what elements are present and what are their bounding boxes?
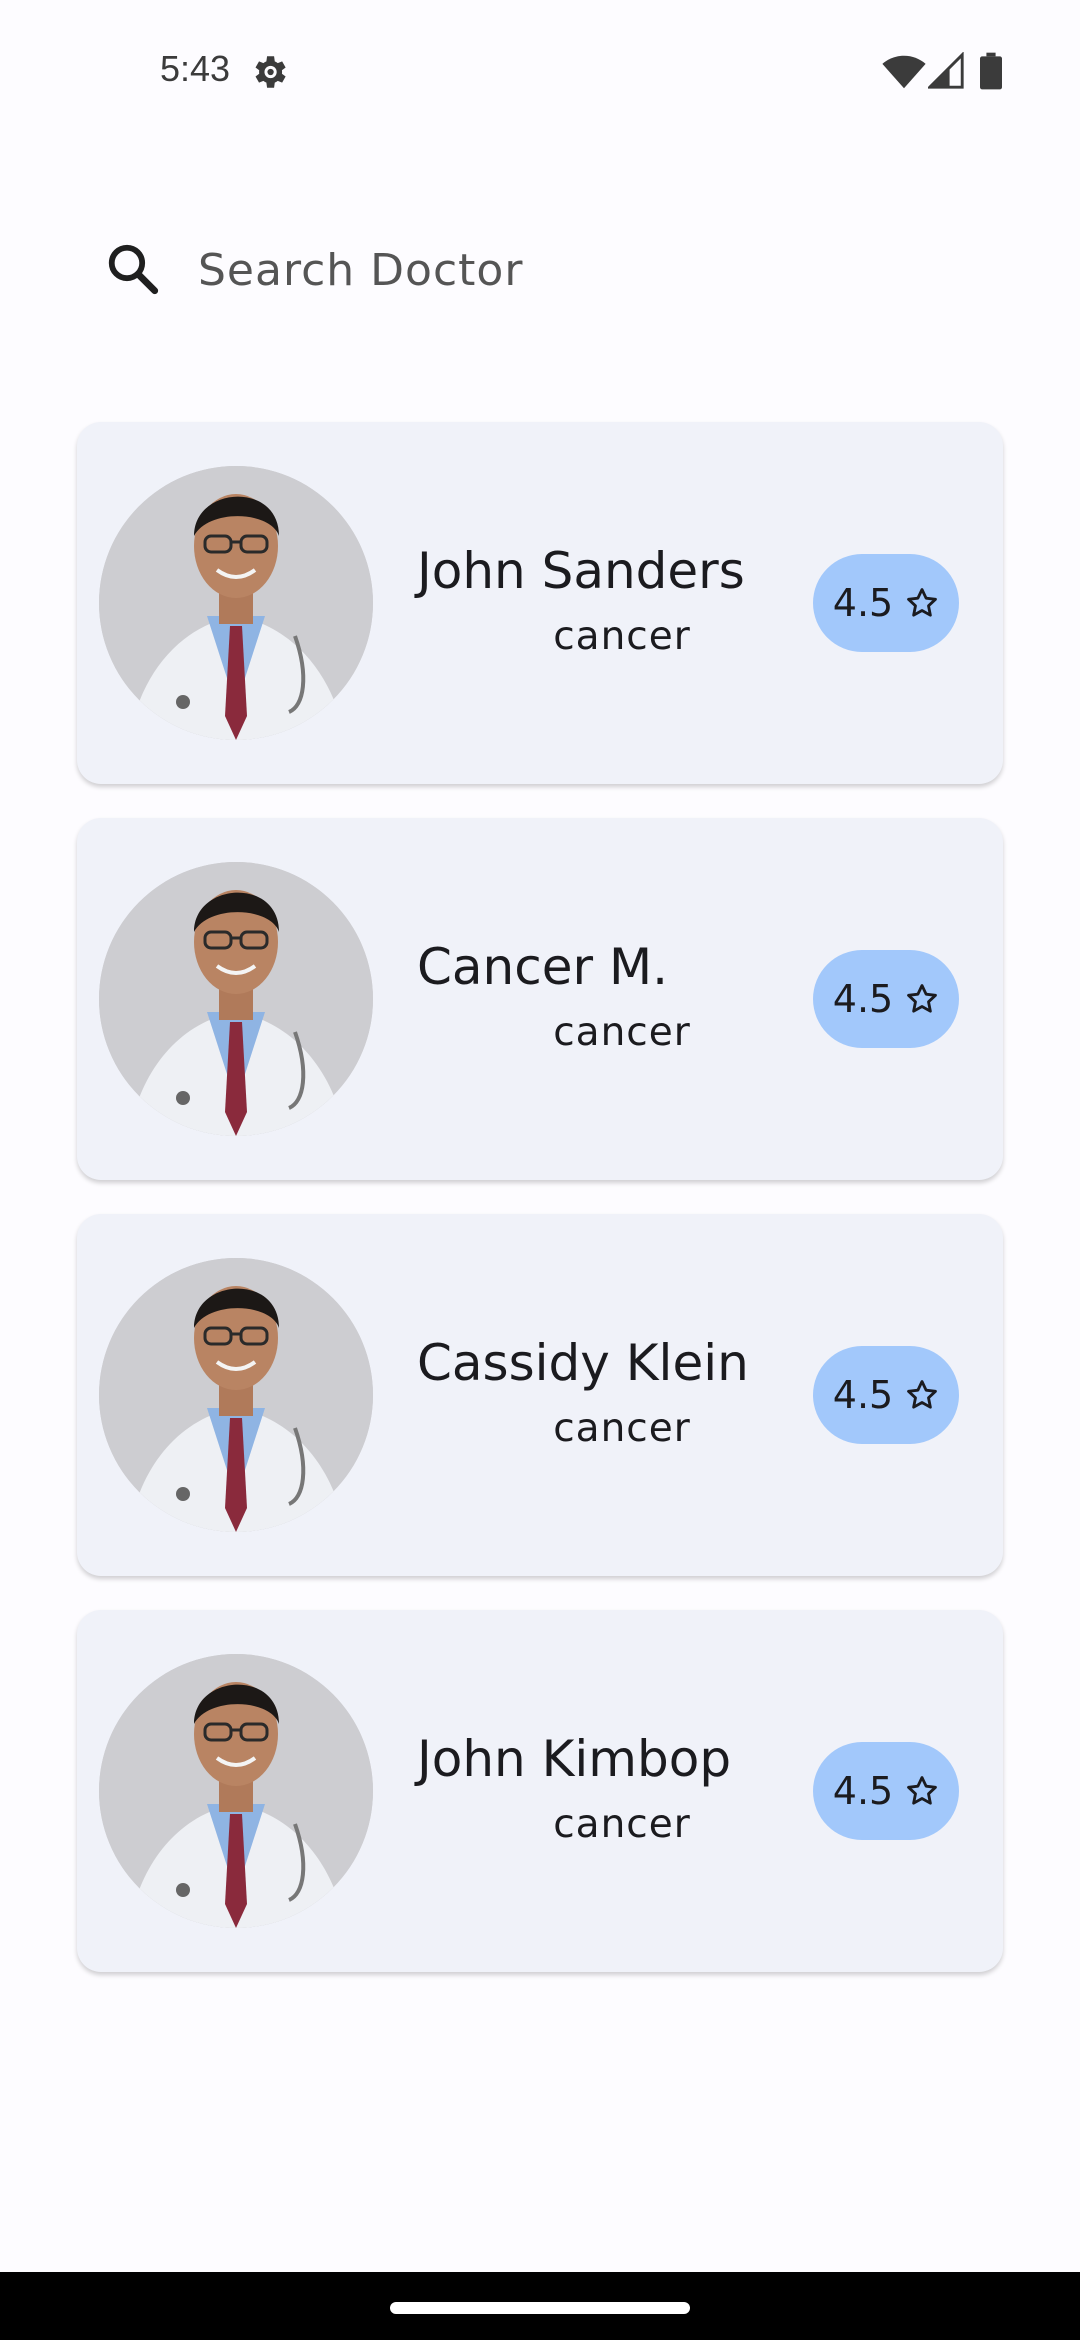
doctor-name: John Kimbop (417, 1730, 732, 1788)
settings-gear-icon (255, 56, 286, 88)
doctor-card[interactable]: Cancer M. cancer 4.5 (77, 818, 1003, 1180)
screen: 5:43 Search Doctor John Sanders cancer 4… (0, 0, 1080, 2340)
doctor-specialty: cancer (553, 1010, 691, 1055)
rating-badge[interactable]: 4.5 (813, 1346, 959, 1444)
star-icon (907, 984, 938, 1013)
doctor-avatar (99, 1654, 373, 1928)
wifi-icon (882, 55, 926, 89)
doctor-avatar (99, 1258, 373, 1532)
doctor-photo (99, 1654, 373, 1928)
doctor-name: John Sanders (417, 542, 745, 600)
rating-value: 4.5 (832, 977, 894, 1021)
doctor-name: Cancer M. (417, 938, 668, 996)
status-bar: 5:43 (0, 0, 1080, 140)
doctor-specialty: cancer (553, 1802, 691, 1847)
rating-value: 4.5 (832, 581, 894, 625)
home-gesture-handle[interactable] (390, 2302, 690, 2314)
doctor-card[interactable]: John Sanders cancer 4.5 (77, 422, 1003, 784)
doctor-card[interactable]: John Kimbop cancer 4.5 (77, 1610, 1003, 1972)
rating-value: 4.5 (832, 1373, 894, 1417)
star-icon (907, 1776, 938, 1805)
search-bar[interactable] (90, 220, 1010, 320)
search-input[interactable] (198, 238, 958, 302)
status-time: 5:43 (160, 48, 231, 89)
doctor-photo (99, 466, 373, 740)
rating-badge[interactable]: 4.5 (813, 1742, 959, 1840)
doctor-photo (99, 1258, 373, 1532)
rating-badge[interactable]: 4.5 (813, 950, 959, 1048)
rating-value: 4.5 (832, 1769, 894, 1813)
doctor-photo (99, 862, 373, 1136)
doctor-avatar (99, 466, 373, 740)
search-icon[interactable] (104, 240, 162, 298)
doctor-specialty: cancer (553, 1406, 691, 1451)
doctor-avatar (99, 862, 373, 1136)
battery-icon (980, 52, 1002, 90)
doctor-specialty: cancer (553, 614, 691, 659)
navigation-bar (0, 2272, 1080, 2340)
cellular-signal-icon (928, 52, 964, 89)
star-icon (907, 588, 938, 617)
rating-badge[interactable]: 4.5 (813, 554, 959, 652)
star-icon (907, 1380, 938, 1409)
doctor-name: Cassidy Klein (417, 1334, 749, 1392)
doctor-card[interactable]: Cassidy Klein cancer 4.5 (77, 1214, 1003, 1576)
doctor-list: John Sanders cancer 4.5 Cancer M. cancer… (77, 422, 1003, 2006)
